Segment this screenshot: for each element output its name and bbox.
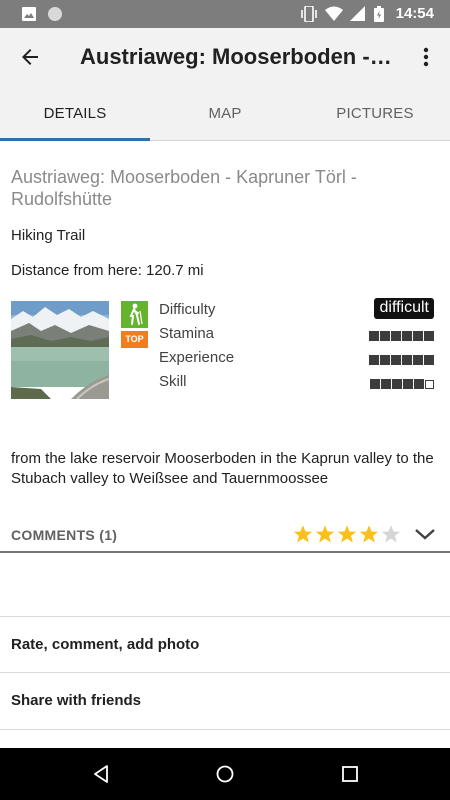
experience-rating — [368, 352, 434, 365]
rating-dot-filled — [402, 355, 412, 365]
comments-header[interactable]: COMMENTS (1) — [0, 517, 450, 553]
rating-dot-filled — [380, 355, 390, 365]
route-photo[interactable] — [11, 301, 109, 399]
rating-dot-filled — [391, 355, 401, 365]
rating-dot-filled — [381, 379, 391, 389]
skill-rating — [369, 376, 434, 389]
lake-photo-image — [11, 301, 109, 399]
share-button[interactable]: Share with friends — [0, 673, 450, 728]
hiker-icon — [121, 301, 148, 328]
more-vert-icon[interactable] — [418, 45, 434, 69]
route-description: from the lake reservoir Mooserboden in t… — [11, 450, 434, 487]
rating-dot-filled — [380, 331, 390, 341]
rating-dot-filled — [392, 379, 402, 389]
rating-label-stamina: Stamina — [159, 325, 215, 342]
status-time: 14:54 — [395, 5, 434, 22]
rate-comment-label: Rate, comment, add photo — [11, 636, 200, 653]
rating-dot-filled — [402, 331, 412, 341]
route-distance: Distance from here: 120.7 mi — [11, 262, 204, 279]
star-empty-icon — [381, 525, 401, 543]
rating-dot-filled — [369, 331, 379, 341]
rating-label-difficulty: Difficulty — [159, 301, 216, 318]
star-filled-icon — [315, 525, 335, 543]
rating-dot-filled — [413, 331, 423, 341]
tab-label: DETAILS — [43, 105, 107, 122]
route-type: Hiking Trail — [11, 227, 86, 244]
rating-dot-filled — [414, 379, 424, 389]
rating-dot-filled — [369, 355, 379, 365]
rate-comment-button[interactable]: Rate, comment, add photo — [0, 617, 450, 672]
app-bar: Austriaweg: Mooserboden - K... — [0, 28, 450, 86]
rating-dot-filled — [424, 331, 434, 341]
battery-icon — [374, 6, 384, 22]
arrow-left-icon[interactable] — [18, 45, 42, 69]
top-badge: TOP — [121, 331, 148, 348]
comments-star-rating — [293, 524, 403, 549]
rating-dot-filled — [391, 331, 401, 341]
page-title: Austriaweg: Mooserboden - K... — [80, 44, 392, 69]
tab-map[interactable]: MAP — [150, 86, 300, 140]
comments-label: COMMENTS (1) — [11, 527, 118, 543]
rating-dot-filled — [370, 379, 380, 389]
image-icon — [22, 7, 36, 21]
star-filled-icon — [359, 525, 379, 543]
tab-label: PICTURES — [336, 105, 414, 122]
chevron-down-icon[interactable] — [414, 527, 436, 541]
vibrate-icon — [301, 6, 317, 22]
rating-dot-empty — [425, 380, 434, 389]
tab-indicator — [0, 138, 150, 141]
route-full-title: Austriaweg: Mooserboden - Kapruner Törl … — [11, 167, 357, 209]
rating-label-skill: Skill — [159, 373, 187, 390]
stamina-rating — [368, 328, 434, 341]
star-filled-icon — [293, 525, 313, 543]
tab-pictures[interactable]: PICTURES — [300, 86, 450, 140]
star-filled-icon — [337, 525, 357, 543]
wifi-icon — [325, 6, 343, 21]
divider — [0, 729, 450, 730]
rating-dot-filled — [424, 355, 434, 365]
circle-icon — [48, 7, 62, 21]
rating-dot-filled — [403, 379, 413, 389]
status-bar: 14:54 — [0, 0, 450, 28]
share-label: Share with friends — [11, 692, 142, 709]
rating-dot-filled — [413, 355, 423, 365]
tab-bar: DETAILS MAP PICTURES — [0, 86, 450, 141]
tab-label: MAP — [208, 105, 242, 122]
nav-recents-icon[interactable] — [340, 764, 360, 784]
system-nav-bar — [0, 748, 450, 800]
tab-details[interactable]: DETAILS — [0, 86, 150, 141]
rating-label-experience: Experience — [159, 349, 235, 366]
nav-back-icon[interactable] — [91, 764, 111, 784]
signal-icon — [350, 6, 365, 21]
difficulty-badge: difficult — [374, 298, 434, 319]
nav-home-icon[interactable] — [215, 764, 235, 784]
